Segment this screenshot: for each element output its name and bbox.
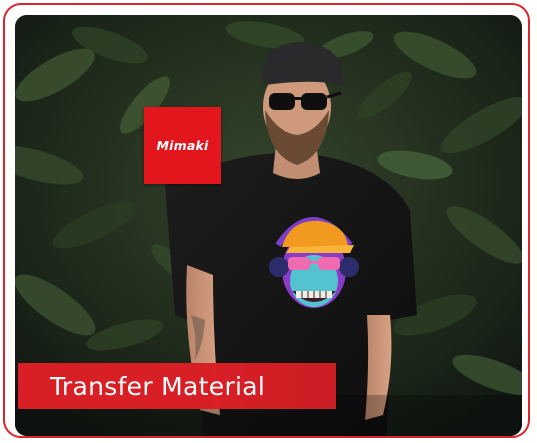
product-title: Transfer Material [50, 371, 266, 401]
brand-logo-text: Mimaki [156, 138, 209, 153]
product-title-banner[interactable]: Transfer Material [18, 363, 336, 409]
brand-logo-badge: Mimaki [144, 107, 221, 184]
product-image-area[interactable]: Mimaki Transfer Material [15, 15, 522, 436]
